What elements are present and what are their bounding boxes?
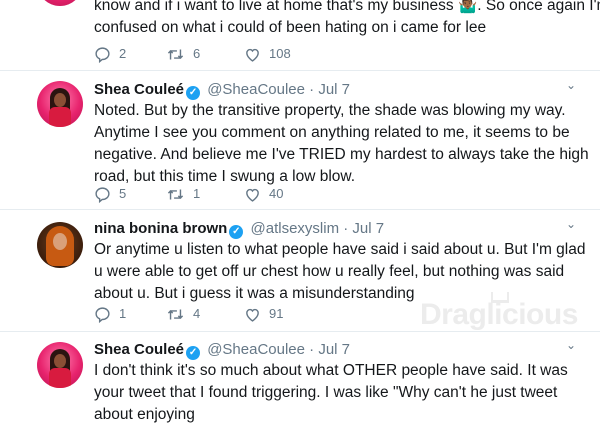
tweet-date[interactable]: Jul 7 <box>318 341 350 358</box>
separator: · <box>309 341 315 358</box>
retweet-count: 6 <box>193 46 201 61</box>
retweet-button[interactable]: 1 <box>166 185 200 203</box>
heart-icon <box>246 188 259 202</box>
like-count: 40 <box>269 186 284 201</box>
retweet-button[interactable]: 4 <box>166 305 200 323</box>
reply-button[interactable]: 1 <box>94 305 126 323</box>
reply-count: 1 <box>119 306 127 321</box>
verified-icon: ✓ <box>186 346 201 360</box>
reply-icon <box>95 306 110 323</box>
avatar[interactable] <box>37 81 83 127</box>
retweet-count: 4 <box>193 306 201 321</box>
handle[interactable]: @atlsexyslim <box>251 220 340 237</box>
tweet-text: Noted. But by the transitive property, t… <box>94 102 589 185</box>
display-name[interactable]: nina bonina brown <box>94 220 227 237</box>
display-name[interactable]: Shea Couleé <box>94 81 184 98</box>
reply-count: 5 <box>119 186 127 201</box>
heart-icon <box>246 308 259 322</box>
retweet-button[interactable]: 6 <box>166 45 200 63</box>
tweet-date[interactable]: Jul 7 <box>318 81 350 98</box>
handle[interactable]: @SheaCoulee <box>207 81 305 98</box>
tweet-date[interactable]: Jul 7 <box>352 220 384 237</box>
separator: · <box>309 81 315 98</box>
like-button[interactable]: 91 <box>244 305 283 323</box>
verified-icon: ✓ <box>229 225 244 239</box>
retweet-icon <box>167 49 184 59</box>
verified-icon: ✓ <box>186 86 201 100</box>
tweet-header: Shea Couleé ✓ @SheaCoulee · Jul 7 <box>94 340 350 360</box>
handle[interactable]: @SheaCoulee <box>207 341 305 358</box>
chevron-down-icon[interactable]: ⌄ <box>566 338 576 352</box>
like-button[interactable]: 108 <box>244 45 291 63</box>
chevron-down-icon[interactable]: ⌄ <box>566 78 576 92</box>
reply-count: 2 <box>119 46 127 61</box>
tweet-header: Shea Couleé ✓ @SheaCoulee · Jul 7 <box>94 80 350 100</box>
tweet: Shea Couleé ✓ @SheaCoulee · Jul 7 ⌄ I don… <box>0 332 600 423</box>
reply-button[interactable]: 5 <box>94 185 126 203</box>
tweet-text: know and if i want to live at home that'… <box>94 0 600 39</box>
retweet-count: 1 <box>193 186 201 201</box>
tweet-text: Or anytime u listen to what people have … <box>94 241 586 302</box>
tweet-partial: know and if i want to live at home that'… <box>0 0 600 70</box>
display-name[interactable]: Shea Couleé <box>94 341 184 358</box>
watermark: Draglicious <box>420 298 578 331</box>
tweet-text-line: confused on what i could of been hating … <box>94 19 487 36</box>
retweet-icon <box>167 309 184 319</box>
avatar[interactable] <box>37 342 83 388</box>
like-count: 91 <box>269 306 284 321</box>
reply-icon <box>95 46 110 63</box>
tweet-text: I don't think it's so much about what OT… <box>94 362 568 423</box>
avatar[interactable] <box>37 222 83 268</box>
reply-button[interactable]: 2 <box>94 45 126 63</box>
like-button[interactable]: 40 <box>244 185 283 203</box>
like-count: 108 <box>269 46 291 61</box>
heart-icon <box>246 48 259 62</box>
tweet-text-line: know and if i want to live at home that'… <box>94 0 600 14</box>
reply-icon <box>95 186 110 203</box>
separator: · <box>343 220 349 237</box>
retweet-icon <box>167 189 184 199</box>
tweet: Shea Couleé ✓ @SheaCoulee · Jul 7 ⌄ Noted… <box>0 71 600 215</box>
chevron-down-icon[interactable]: ⌄ <box>566 217 576 231</box>
avatar[interactable] <box>37 0 83 6</box>
tweet-header: nina bonina brown ✓ @atlsexyslim · Jul 7 <box>94 219 384 239</box>
